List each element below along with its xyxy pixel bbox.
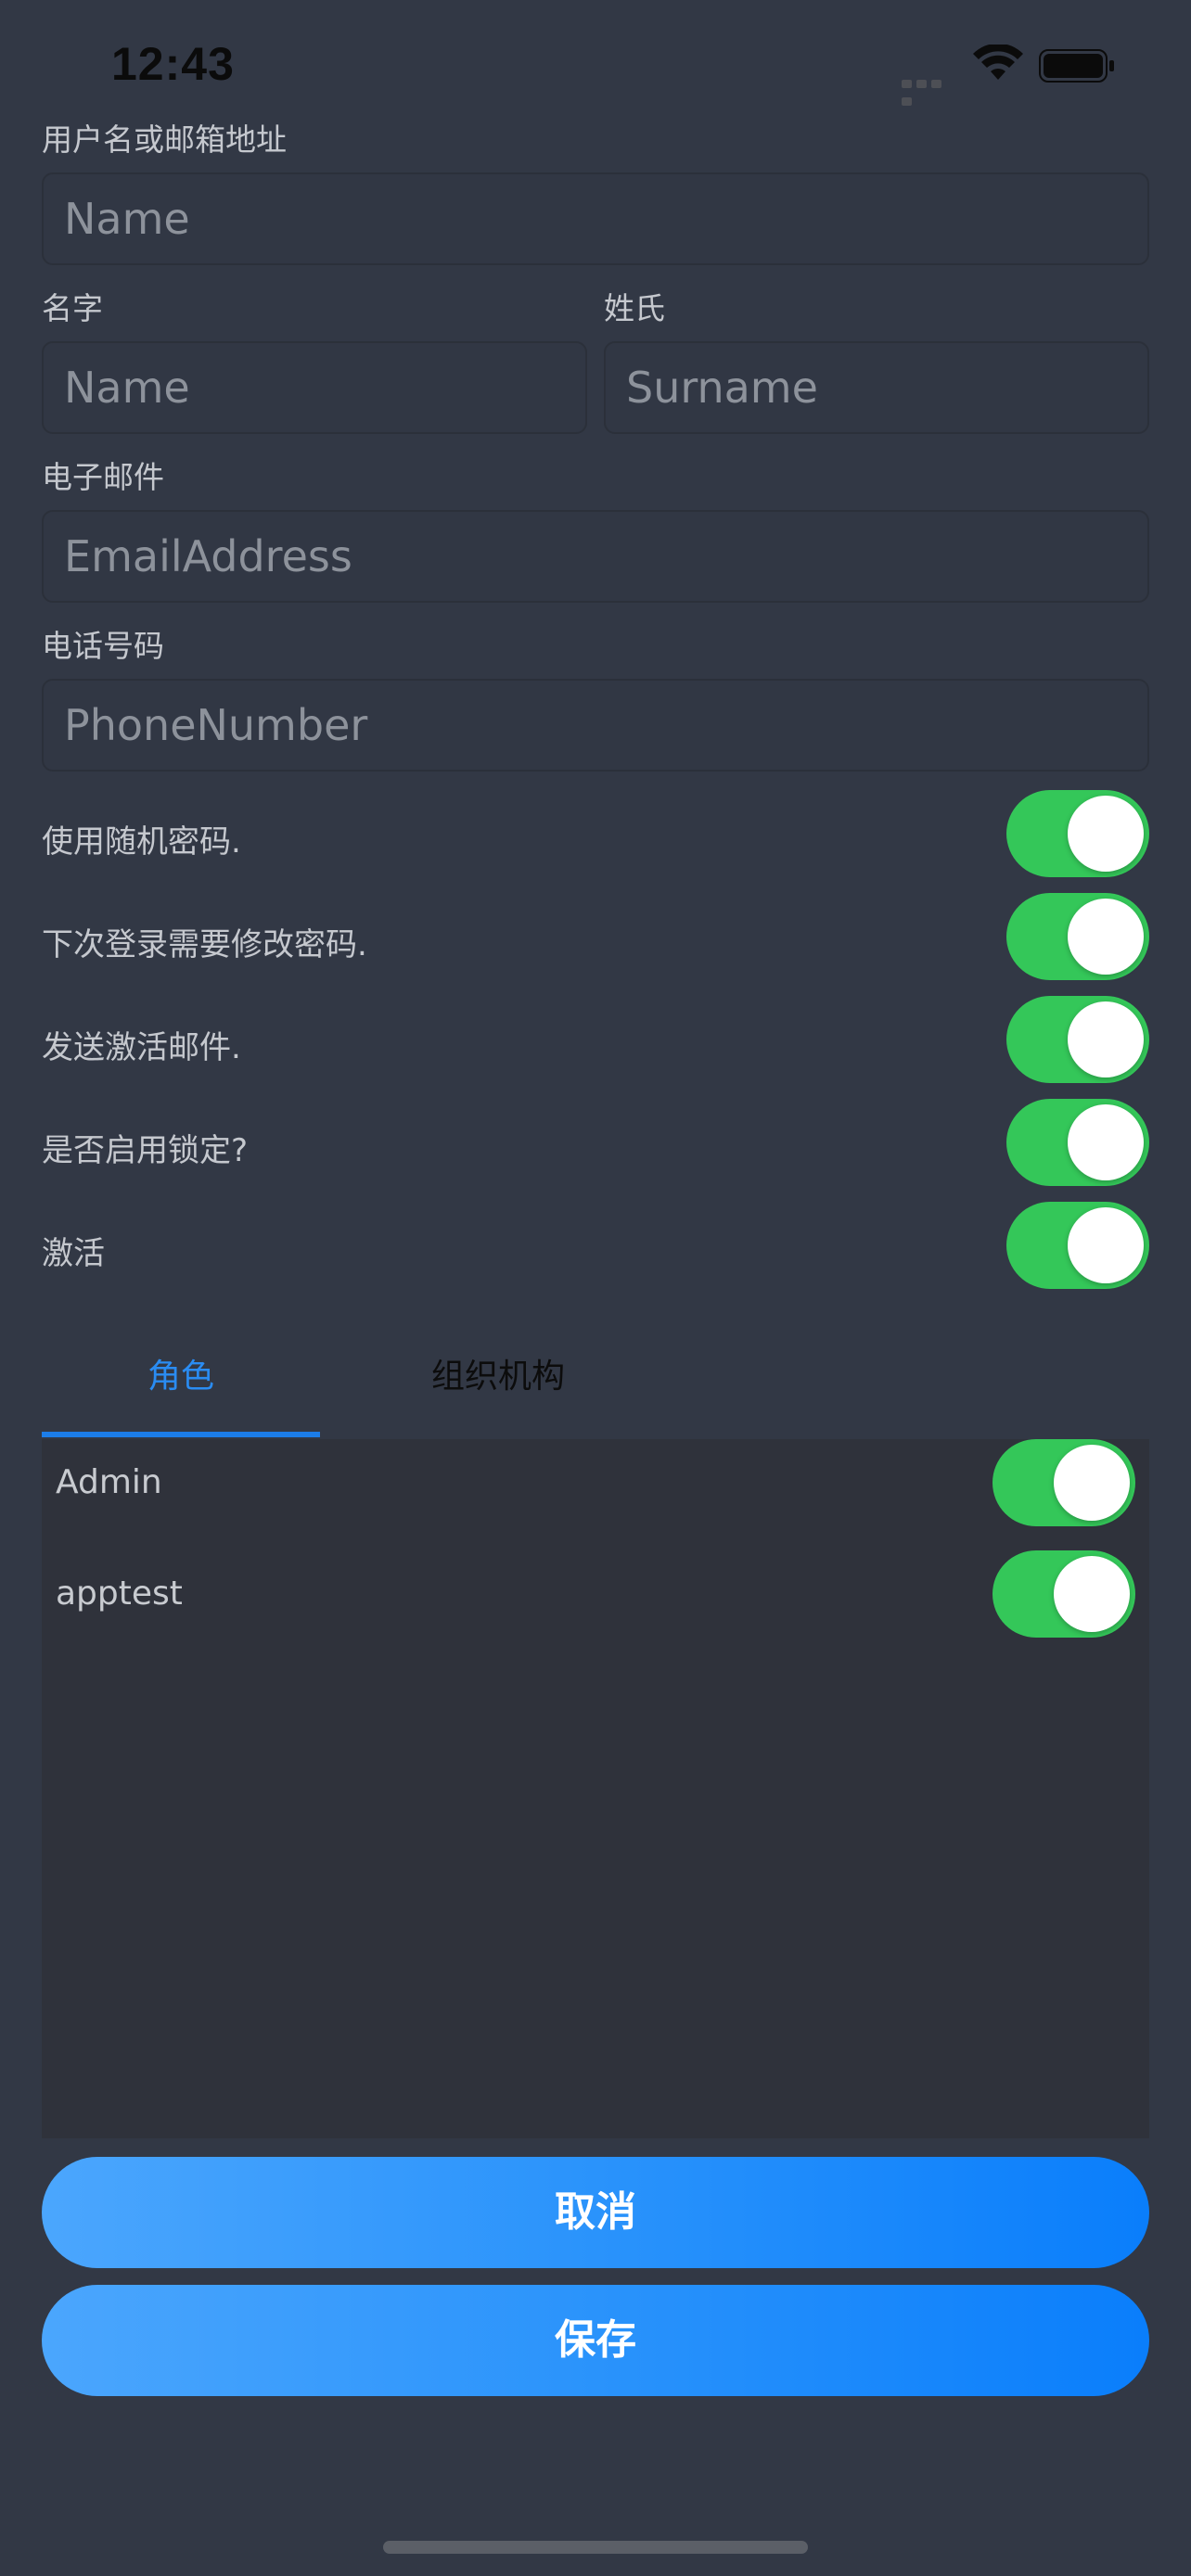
lockout-switch[interactable] [1006, 1099, 1149, 1186]
lockout-label: 是否启用锁定? [42, 1132, 249, 1169]
username-field-container [42, 172, 1149, 265]
cancel-button[interactable]: 取消 [42, 2157, 1149, 2268]
role-label: apptest [56, 1575, 183, 1613]
save-button[interactable]: 保存 [42, 2285, 1149, 2396]
active-switch[interactable] [1006, 1202, 1149, 1289]
username-input[interactable] [44, 174, 1147, 263]
role-row-admin: Admin [42, 1439, 1149, 1528]
change-password-switch[interactable] [1006, 893, 1149, 980]
toggle-row-random-password: 使用随机密码. [42, 790, 1149, 879]
role-admin-switch[interactable] [992, 1439, 1135, 1526]
random-password-label: 使用随机密码. [42, 823, 241, 861]
phone-field-container [42, 679, 1149, 772]
phone-input[interactable] [44, 681, 1147, 770]
tab-org-units[interactable]: 组织机构 [359, 1317, 637, 1437]
surname-field-container [604, 341, 1149, 434]
first-name-label: 名字 [42, 290, 103, 326]
active-label: 激活 [42, 1235, 105, 1272]
toggle-row-active: 激活 [42, 1202, 1149, 1291]
username-label: 用户名或邮箱地址 [42, 121, 287, 158]
switch-knob [1054, 1556, 1130, 1632]
tab-bar: 角色 组织机构 [42, 1317, 1149, 1439]
phone-label: 电话号码 [42, 628, 164, 664]
switch-knob [1068, 1001, 1144, 1078]
role-label: Admin [56, 1463, 162, 1501]
status-time: 12:43 [111, 38, 235, 90]
status-bar: 12:43 [0, 0, 1191, 121]
tab-roles[interactable]: 角色 [42, 1317, 320, 1437]
send-activation-label: 发送激活邮件. [42, 1029, 241, 1066]
email-field-container [42, 510, 1149, 603]
surname-label: 姓氏 [604, 290, 665, 326]
first-name-field-container [42, 341, 587, 434]
send-activation-switch[interactable] [1006, 996, 1149, 1083]
roles-panel: Admin apptest [42, 1439, 1149, 2138]
random-password-switch[interactable] [1006, 790, 1149, 877]
switch-knob [1068, 899, 1144, 975]
role-apptest-switch[interactable] [992, 1550, 1135, 1638]
role-row-apptest: apptest [42, 1550, 1149, 1639]
surname-input[interactable] [606, 343, 1147, 432]
toggle-row-change-password: 下次登录需要修改密码. [42, 893, 1149, 982]
toggle-row-lockout: 是否启用锁定? [42, 1099, 1149, 1188]
email-label: 电子邮件 [42, 459, 164, 495]
wifi-icon [973, 45, 1023, 80]
switch-knob [1068, 1207, 1144, 1283]
toggle-row-send-activation: 发送激活邮件. [42, 996, 1149, 1085]
home-indicator [383, 2541, 808, 2554]
first-name-input[interactable] [44, 343, 585, 432]
cellular-signal-icon [902, 74, 959, 106]
battery-icon [1039, 49, 1114, 83]
switch-knob [1068, 796, 1144, 872]
active-tab-indicator [42, 1432, 320, 1437]
change-password-label: 下次登录需要修改密码. [42, 926, 367, 963]
switch-knob [1068, 1104, 1144, 1180]
email-input[interactable] [44, 512, 1147, 601]
switch-knob [1054, 1445, 1130, 1521]
